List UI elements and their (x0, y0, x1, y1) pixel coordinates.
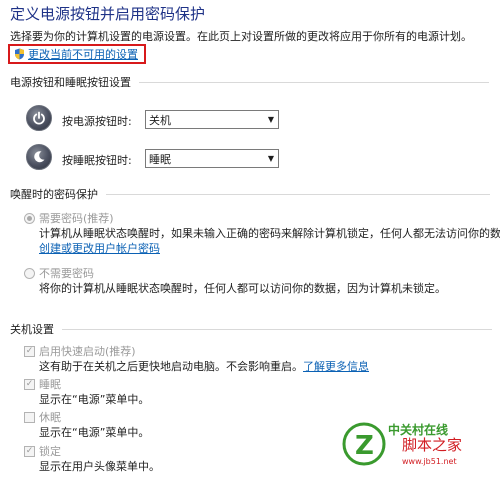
watermark-logo: Z 中关村在线 脚本之家 www.jb51.net (342, 422, 462, 466)
svg-text:中关村在线: 中关村在线 (388, 422, 448, 437)
wake-password-heading: 唤醒时的密码保护 (10, 186, 490, 202)
require-password-option[interactable]: 需要密码(推荐) (24, 210, 114, 226)
change-link-label: 更改当前不可用的设置 (28, 48, 138, 61)
sleep-button-action-value: 睡眠 (149, 152, 171, 166)
chevron-down-icon: ▼ (267, 154, 275, 163)
hibernate-checkbox[interactable] (24, 411, 35, 423)
sleep-button-label: 按睡眠按钮时: (62, 154, 132, 167)
no-password-radio[interactable] (24, 267, 35, 279)
sleep-button-action-select[interactable]: 睡眠 ▼ (145, 149, 279, 168)
require-password-description: 计算机从睡眠状态唤醒时，如果未输入正确的密码来解除计算机锁定，任何人都无法访问你… (39, 227, 500, 240)
power-button-icon (26, 105, 52, 131)
radio-selected-dot (27, 215, 32, 221)
watermark: Z 中关村在线 脚本之家 www.jb51.net (342, 414, 492, 470)
svg-text:脚本之家: 脚本之家 (402, 436, 462, 454)
hibernate-option-description: 显示在“电源”菜单中。 (39, 426, 150, 439)
shutdown-settings-heading: 关机设置 (10, 321, 492, 337)
power-buttons-heading: 电源按钮和睡眠按钮设置 (10, 74, 489, 90)
sleep-button-icon (26, 144, 52, 170)
sleep-option-description: 显示在“电源”菜单中。 (39, 393, 150, 406)
no-password-option[interactable]: 不需要密码 (24, 265, 94, 281)
power-buttons-heading-text: 电源按钮和睡眠按钮设置 (10, 76, 131, 89)
power-button-label: 按电源按钮时: (62, 115, 132, 128)
shutdown-settings-heading-text: 关机设置 (10, 323, 54, 336)
page-title: 定义电源按钮并启用密码保护 (10, 5, 206, 23)
power-button-action-select[interactable]: 关机 ▼ (145, 110, 279, 129)
svg-text:www.jb51.net: www.jb51.net (402, 457, 457, 466)
sleep-option[interactable]: ✓ 睡眠 (24, 376, 61, 392)
no-password-label: 不需要密码 (39, 267, 94, 280)
chevron-down-icon: ▼ (267, 115, 275, 124)
fast-startup-description-text: 这有助于在关机之后更快地启动电脑。不会影响重启。 (39, 360, 303, 373)
fast-startup-label: 启用快速启动(推荐) (39, 345, 136, 358)
section-divider (106, 193, 490, 195)
lock-option-description: 显示在用户头像菜单中。 (39, 460, 160, 473)
sleep-option-label: 睡眠 (39, 378, 61, 391)
svg-text:Z: Z (355, 431, 374, 461)
require-password-label: 需要密码(推荐) (39, 212, 114, 225)
hibernate-option[interactable]: 休眠 (24, 409, 61, 425)
fast-startup-checkbox[interactable]: ✓ (24, 345, 35, 357)
require-password-radio[interactable] (24, 212, 35, 224)
lock-checkbox[interactable]: ✓ (24, 445, 35, 457)
learn-more-link[interactable]: 了解更多信息 (303, 360, 369, 373)
sleep-checkbox[interactable]: ✓ (24, 378, 35, 390)
fast-startup-description: 这有助于在关机之后更快地启动电脑。不会影响重启。了解更多信息 (39, 358, 369, 374)
change-unavailable-settings-link[interactable]: 更改当前不可用的设置 (14, 46, 138, 62)
hibernate-option-label: 休眠 (39, 411, 61, 424)
section-divider (139, 81, 489, 83)
section-divider (62, 328, 492, 330)
uac-shield-icon (15, 48, 24, 60)
no-password-description: 将你的计算机从睡眠状态唤醒时，任何人都可以访问你的数据，因为计算机未锁定。 (39, 282, 446, 295)
lock-option[interactable]: ✓ 锁定 (24, 443, 61, 459)
lock-option-label: 锁定 (39, 445, 61, 458)
wake-password-heading-text: 唤醒时的密码保护 (10, 188, 98, 201)
create-password-link[interactable]: 创建或更改用户帐户密码 (39, 240, 160, 256)
page-description: 选择要为你的计算机设置的电源设置。在此页上对设置所做的更改将应用于你所有的电源计… (10, 30, 472, 43)
fast-startup-option[interactable]: ✓ 启用快速启动(推荐) (24, 343, 136, 359)
power-button-action-value: 关机 (149, 113, 171, 127)
